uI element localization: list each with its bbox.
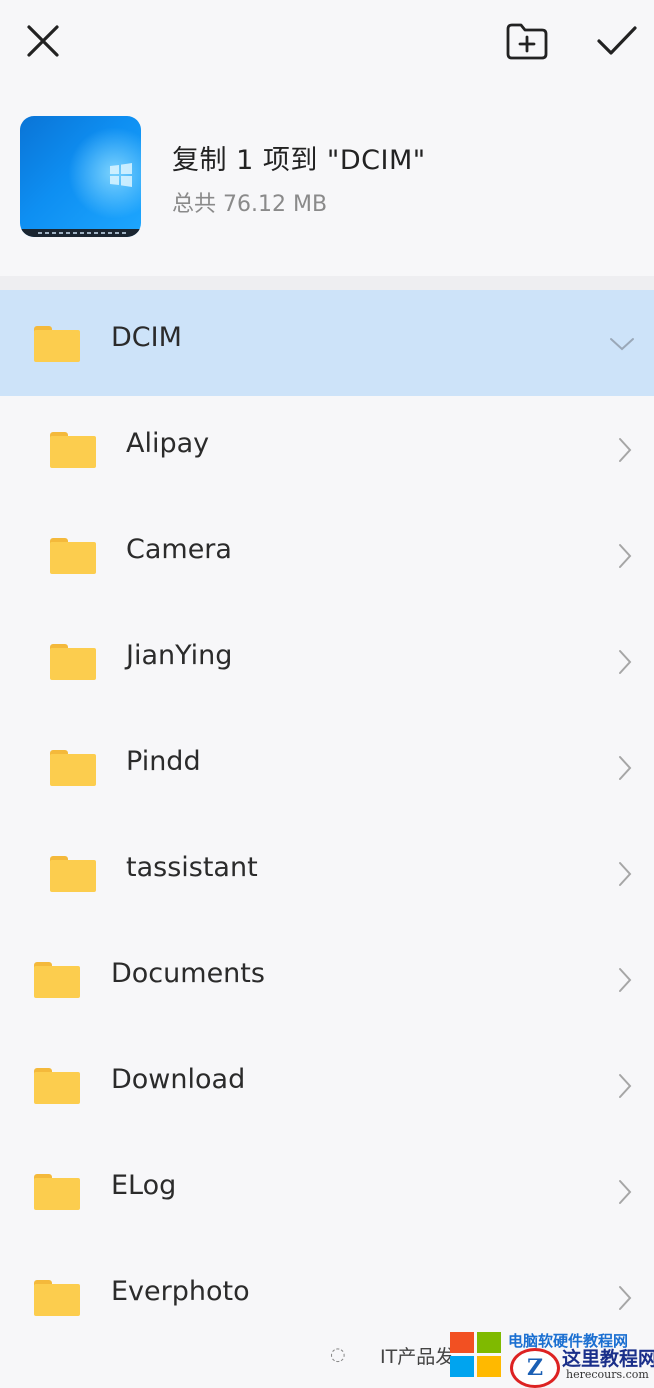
folder-name: Documents — [111, 958, 265, 989]
chevron-right-icon — [619, 1180, 632, 1204]
wechat-bubble-icon: ◌ — [330, 1344, 346, 1365]
copy-title: 复制 1 项到 "DCIM" — [172, 145, 426, 176]
folder-name: Download — [111, 1064, 246, 1095]
folder-row-jianying[interactable]: JianYing — [0, 608, 654, 714]
folder-icon — [50, 750, 96, 786]
watermark-url: herecours.com — [566, 1368, 649, 1381]
folder-row-download[interactable]: Download — [0, 1032, 654, 1138]
confirm-button[interactable] — [590, 14, 644, 68]
folder-icon — [34, 1280, 80, 1316]
windows-wallpaper-icon — [110, 163, 132, 187]
file-thumbnail — [20, 116, 141, 237]
chevron-down-icon — [610, 338, 634, 351]
top-bar — [0, 0, 654, 80]
folder-row-pindd[interactable]: Pindd — [0, 714, 654, 820]
folder-row-dcim[interactable]: DCIM — [0, 290, 654, 396]
folder-name: Pindd — [126, 746, 201, 777]
folder-row-elog[interactable]: ELog — [0, 1138, 654, 1244]
chevron-right-icon — [619, 756, 632, 780]
folder-icon — [50, 432, 96, 468]
folder-icon — [34, 1174, 80, 1210]
watermark-brand: 这里教程网 — [562, 1348, 654, 1370]
folder-row-documents[interactable]: Documents — [0, 926, 654, 1032]
folder-list: DCIM Alipay Camera JianYing Pindd tassis… — [0, 290, 654, 1350]
folder-name: tassistant — [126, 852, 258, 883]
folder-row-tassistant[interactable]: tassistant — [0, 820, 654, 926]
chevron-right-icon — [619, 1074, 632, 1098]
chevron-right-icon — [619, 862, 632, 886]
new-folder-icon — [506, 23, 548, 60]
new-folder-button[interactable] — [500, 14, 554, 68]
folder-icon — [50, 644, 96, 680]
thumbnail-taskbar — [20, 229, 141, 237]
watermark-left-text: IT产品发 — [380, 1346, 455, 1368]
chevron-right-icon — [619, 544, 632, 568]
chevron-right-icon — [619, 1286, 632, 1310]
close-button[interactable] — [18, 16, 68, 66]
folder-name: Everphoto — [111, 1276, 250, 1307]
chevron-right-icon — [619, 438, 632, 462]
folder-name: DCIM — [111, 322, 182, 353]
check-icon — [597, 26, 637, 55]
section-divider — [0, 276, 654, 290]
chevron-right-icon — [619, 968, 632, 992]
copy-size: 总共 76.12 MB — [172, 192, 328, 217]
folder-name: Alipay — [126, 428, 210, 459]
folder-icon — [34, 962, 80, 998]
folder-icon — [50, 538, 96, 574]
folder-icon — [34, 326, 80, 362]
watermark: ◌ IT产品发 电脑软硬件教程网 Z 这里教程网 herecours.com — [0, 1326, 654, 1388]
chevron-right-icon — [619, 650, 632, 674]
folder-name: Camera — [126, 534, 232, 565]
copy-summary: 复制 1 项到 "DCIM" 总共 76.12 MB — [0, 100, 654, 260]
folder-name: ELog — [111, 1170, 177, 1201]
watermark-logo-icon: Z — [510, 1348, 560, 1388]
folder-icon — [34, 1068, 80, 1104]
folder-row-alipay[interactable]: Alipay — [0, 396, 654, 502]
folder-row-camera[interactable]: Camera — [0, 502, 654, 608]
close-icon — [27, 25, 59, 57]
windows-logo-icon — [450, 1332, 502, 1378]
folder-icon — [50, 856, 96, 892]
folder-name: JianYing — [126, 640, 233, 671]
